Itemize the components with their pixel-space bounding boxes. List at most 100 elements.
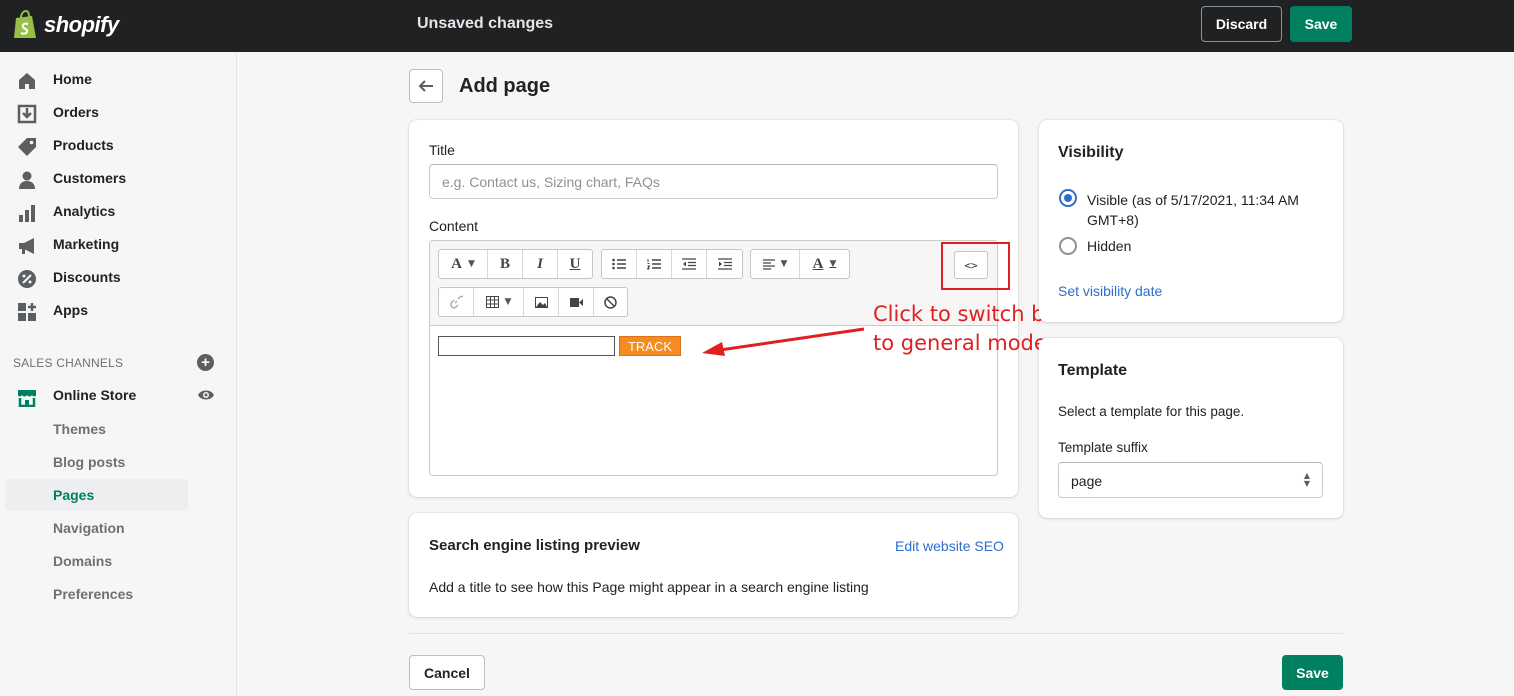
page-title: Add page xyxy=(459,75,551,97)
sales-channels-header: SALES CHANNELS xyxy=(13,356,124,370)
unsaved-status: Unsaved changes xyxy=(417,15,554,32)
save-button-top[interactable]: Save xyxy=(1290,6,1352,42)
home-icon xyxy=(19,73,35,89)
image-button[interactable] xyxy=(524,288,559,316)
sidebar-item-label: Analytics xyxy=(53,203,116,219)
back-button[interactable] xyxy=(409,69,443,103)
sidebar-sub-themes[interactable]: Themes xyxy=(5,413,188,445)
numbered-list-button[interactable] xyxy=(637,250,672,278)
font-style-dropdown[interactable]: A ▼ xyxy=(439,250,488,278)
visible-radio[interactable] xyxy=(1059,189,1077,207)
hidden-radio[interactable] xyxy=(1059,237,1077,255)
block-icon xyxy=(604,295,617,309)
insert-group: ▼ xyxy=(438,287,628,317)
seo-card-title: Search engine listing preview xyxy=(429,537,640,554)
sidebar-sub-label: Pages xyxy=(53,487,95,503)
numbered-list-icon xyxy=(647,259,661,270)
indent-icon xyxy=(717,258,732,270)
bullet-list-button[interactable] xyxy=(602,250,637,278)
select-arrows-icon: ▲ ▼ xyxy=(1303,471,1310,488)
discount-icon xyxy=(18,270,36,288)
sidebar-item-label: Discounts xyxy=(53,269,121,285)
link-icon xyxy=(450,295,463,309)
cancel-button[interactable]: Cancel xyxy=(409,655,485,690)
add-channel-icon[interactable]: + xyxy=(197,354,214,371)
sidebar-item-online-store[interactable]: Online Store xyxy=(0,379,237,412)
visible-label-line-2: GMT+8) xyxy=(1087,212,1139,228)
sidebar-item-label: Marketing xyxy=(53,236,120,252)
template-suffix-value: page xyxy=(1071,473,1103,489)
sidebar-item-home[interactable]: Home xyxy=(0,63,237,96)
outdent-button[interactable] xyxy=(672,250,707,278)
content-label: Content xyxy=(429,218,479,234)
megaphone-icon xyxy=(19,238,34,254)
hidden-label[interactable]: Hidden xyxy=(1087,238,1131,254)
sidebar-item-products[interactable]: Products xyxy=(0,129,237,162)
rich-text-editor: A ▼ B I U ▼ A ▼ ▼ <> TRACK xyxy=(429,240,998,476)
sidebar-item-label: Apps xyxy=(53,302,88,318)
edit-seo-link[interactable]: Edit website SEO xyxy=(895,538,1004,554)
logo-text: shopify xyxy=(44,12,119,37)
clear-format-button[interactable] xyxy=(594,288,627,316)
footer-divider xyxy=(409,633,1343,634)
link-button[interactable] xyxy=(439,288,474,316)
template-suffix-label: Template suffix xyxy=(1058,440,1148,455)
sidebar-sub-label: Preferences xyxy=(53,586,134,602)
bullet-list-icon xyxy=(612,258,626,270)
bar-chart-icon xyxy=(19,205,35,222)
align-dropdown[interactable]: ▼ xyxy=(751,250,800,278)
template-suffix-select[interactable]: page ▲ ▼ xyxy=(1058,462,1323,498)
sidebar-item-orders[interactable]: Orders xyxy=(0,96,237,129)
person-icon xyxy=(19,171,35,189)
sidebar-item-discounts[interactable]: Discounts xyxy=(0,261,237,294)
arrow-left-icon xyxy=(418,80,433,92)
table-dropdown[interactable]: ▼ xyxy=(474,288,524,316)
outdent-icon xyxy=(682,258,696,270)
sidebar-item-label: Products xyxy=(53,137,114,153)
sidebar-item-marketing[interactable]: Marketing xyxy=(0,228,237,261)
annotation-arrow-icon xyxy=(702,327,865,356)
sidebar-item-analytics[interactable]: Analytics xyxy=(0,195,237,228)
top-bar: shopify Unsaved changes Discard Save xyxy=(0,0,1514,52)
visibility-title: Visibility xyxy=(1058,144,1124,161)
video-button[interactable] xyxy=(559,288,594,316)
list-group xyxy=(601,249,743,279)
sidebar-item-customers[interactable]: Customers xyxy=(0,162,237,195)
shopify-logo[interactable]: shopify xyxy=(12,10,119,40)
eye-icon[interactable] xyxy=(197,388,215,402)
underline-button[interactable]: U xyxy=(558,250,592,278)
sidebar-sub-label: Themes xyxy=(53,421,106,437)
apps-icon xyxy=(18,303,36,321)
text-color-dropdown[interactable]: A ▼ xyxy=(800,250,849,278)
discard-button[interactable]: Discard xyxy=(1201,6,1282,42)
table-icon xyxy=(485,296,499,308)
sidebar-item-label: Orders xyxy=(53,104,99,120)
italic-button[interactable]: I xyxy=(523,250,558,278)
sidebar-item-apps[interactable]: Apps xyxy=(0,294,237,327)
save-button-bottom[interactable]: Save xyxy=(1282,655,1343,690)
sidebar-sub-domains[interactable]: Domains xyxy=(5,545,188,577)
indent-button[interactable] xyxy=(707,250,742,278)
video-icon xyxy=(569,297,583,307)
tag-icon xyxy=(18,138,36,156)
orders-icon xyxy=(17,104,37,124)
sidebar-sub-preferences[interactable]: Preferences xyxy=(5,578,188,610)
image-icon xyxy=(534,296,548,308)
format-group: A ▼ B I U xyxy=(438,249,593,279)
sidebar-sub-label: Blog posts xyxy=(53,454,126,470)
seo-description: Add a title to see how this Page might a… xyxy=(429,579,869,595)
template-title: Template xyxy=(1058,362,1128,379)
track-button[interactable]: TRACK xyxy=(619,336,681,356)
bold-button[interactable]: B xyxy=(488,250,523,278)
sidebar-sub-blog-posts[interactable]: Blog posts xyxy=(5,446,188,478)
visible-label[interactable]: Visible (as of 5/17/2021, 11:34 AM GMT+8… xyxy=(1087,190,1299,230)
sidebar-item-label: Customers xyxy=(53,170,127,186)
title-label: Title xyxy=(429,142,455,158)
store-icon xyxy=(18,390,36,407)
sidebar-sub-navigation[interactable]: Navigation xyxy=(5,512,188,544)
annotation-highlight-box xyxy=(941,242,1010,290)
sidebar-sub-pages[interactable]: Pages xyxy=(5,479,188,511)
tracking-number-input[interactable] xyxy=(438,336,615,356)
title-input[interactable] xyxy=(429,164,998,199)
set-visibility-date-link[interactable]: Set visibility date xyxy=(1058,283,1162,299)
